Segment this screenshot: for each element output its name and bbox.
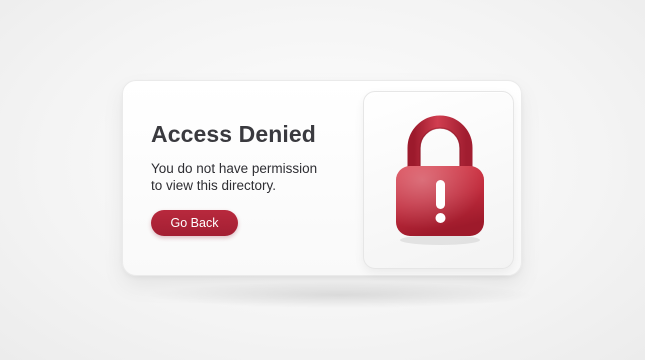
- go-back-button[interactable]: Go Back: [151, 210, 238, 236]
- dialog-message-line-2: to view this directory.: [151, 178, 277, 193]
- lock-icon-tile: [363, 91, 514, 269]
- dialog-title: Access Denied: [151, 121, 316, 147]
- card-floor-shadow: [150, 282, 530, 308]
- dialog-message: You do not have permission to view this …: [151, 160, 361, 194]
- dialog-text-panel: Access Denied You do not have permission…: [151, 121, 361, 194]
- dialog-message-line-1: You do not have permission: [151, 161, 318, 176]
- access-denied-dialog: Access Denied You do not have permission…: [122, 80, 522, 276]
- lock-icon: [396, 115, 484, 245]
